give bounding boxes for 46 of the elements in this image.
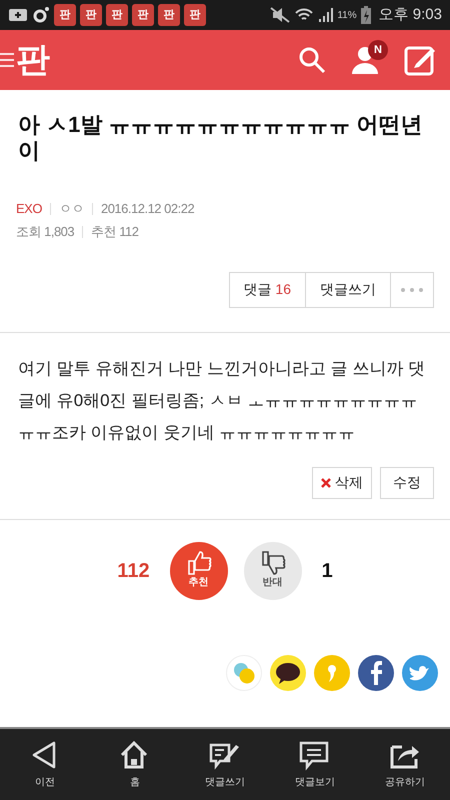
downvote-button[interactable]: 반대 bbox=[244, 542, 302, 600]
upvote-button[interactable]: 추천 bbox=[170, 542, 228, 600]
nav-button[interactable]: 홈 bbox=[100, 739, 170, 790]
write-comment-button[interactable]: 댓글쓰기 bbox=[306, 272, 391, 308]
notification-icon: 판 bbox=[54, 4, 76, 26]
talk-bubble-icon[interactable] bbox=[270, 655, 306, 691]
thumbs-down-icon bbox=[260, 551, 286, 576]
post-body: 여기 말투 유해진거 나만 느낀거아니라고 글 쓰니까 댓글에 유0해0진 필터링좀; ㅅㅂ ㅗㅠㅠㅠㅠㅠㅠㅠㅠㅠㅠㅠ조카 이유없이 웃기네 ㅠㅠㅠㅠㅠㅠㅠㅠ bbox=[17, 358, 426, 444]
upvote-count: 112 bbox=[117, 558, 150, 584]
nav-button[interactable]: 댓글보기 bbox=[280, 739, 350, 790]
nav-button[interactable]: 이전 bbox=[10, 739, 80, 790]
battery-icon bbox=[360, 6, 371, 24]
more-icon bbox=[401, 288, 423, 292]
notification-icon: 판 bbox=[158, 4, 180, 26]
category-link[interactable]: EXO bbox=[16, 198, 42, 218]
post-title: 아 ㅅ1발 ㅠㅠㅠㅠㅠㅠㅠㅠㅠㅠㅠ 어떤년이 bbox=[17, 111, 424, 165]
close-icon bbox=[321, 478, 331, 488]
notification-badge: N bbox=[368, 40, 388, 60]
nav-button[interactable]: 공유하기 bbox=[370, 739, 440, 790]
comments-button[interactable]: 댓글 16 bbox=[228, 272, 306, 308]
mute-icon bbox=[269, 7, 292, 23]
logo[interactable]: 판 bbox=[16, 43, 50, 77]
battery-level: 11% bbox=[337, 8, 357, 22]
downvote-count: 1 bbox=[322, 558, 333, 584]
signal-icon bbox=[317, 7, 334, 23]
notification-icon: 판 bbox=[106, 4, 128, 26]
nav-button[interactable]: 댓글쓰기 bbox=[190, 739, 260, 790]
bird-icon[interactable] bbox=[402, 655, 438, 691]
view-count: 조회 1,803 bbox=[16, 223, 74, 242]
notification-icon: 판 bbox=[184, 4, 206, 26]
notification-icon: 판 bbox=[80, 4, 102, 26]
search-icon[interactable] bbox=[298, 46, 326, 74]
recommend-count: 추천 112 bbox=[91, 223, 138, 242]
post-date: 2016.12.12 02:22 bbox=[100, 200, 194, 218]
notification-icon: 판 bbox=[132, 4, 154, 26]
keyboard-icon bbox=[8, 8, 28, 22]
ring-icon bbox=[32, 6, 50, 24]
compose-icon[interactable] bbox=[404, 44, 436, 76]
facebook-icon[interactable] bbox=[358, 655, 394, 691]
edit-button[interactable]: 수정 bbox=[380, 466, 434, 499]
menu-icon[interactable] bbox=[0, 51, 14, 69]
thumbs-up-icon bbox=[186, 551, 212, 576]
author-name: ㅇㅇ bbox=[58, 200, 84, 218]
clock: 오후 9:03 bbox=[378, 4, 442, 25]
profile-icon[interactable] bbox=[350, 46, 380, 74]
delete-button[interactable]: 삭제 bbox=[312, 466, 372, 499]
